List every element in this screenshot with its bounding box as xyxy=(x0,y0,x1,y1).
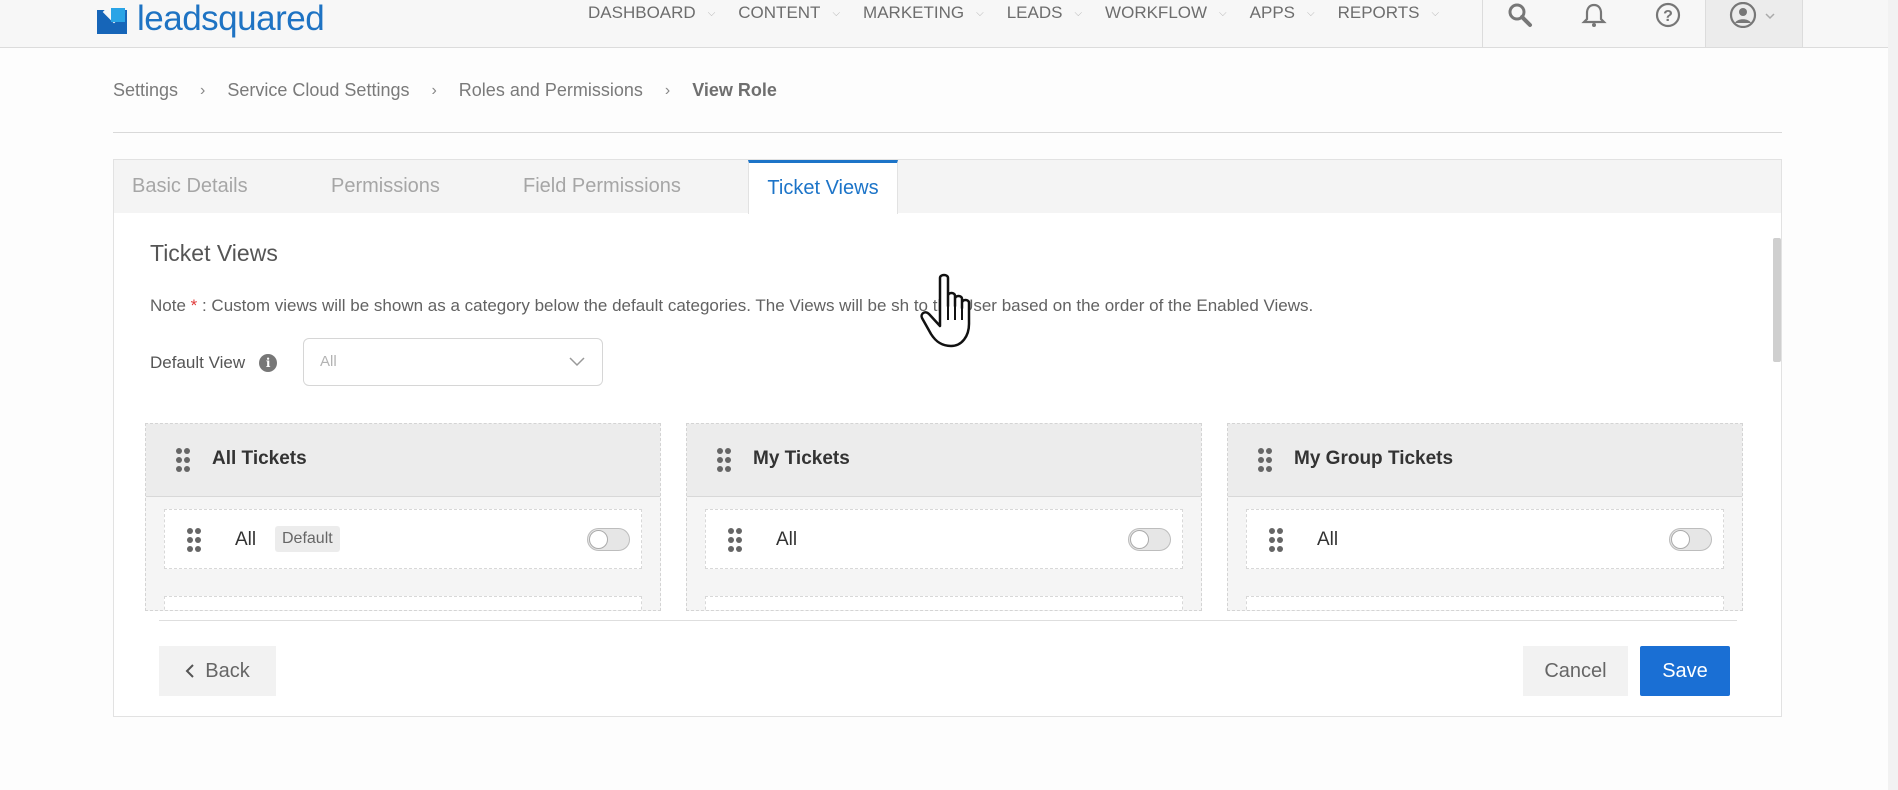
chevron-down-icon: ⌵ xyxy=(707,7,716,19)
info-icon[interactable]: i xyxy=(259,354,278,372)
tab-basic-details[interactable]: Basic Details xyxy=(132,160,248,213)
view-item-all[interactable]: All xyxy=(1246,509,1724,569)
breadcrumb-divider xyxy=(113,132,1782,133)
svg-text:?: ? xyxy=(1663,8,1673,25)
chevron-down-icon: ⌵ xyxy=(832,7,841,19)
view-item-label: All xyxy=(776,529,798,550)
drag-handle-icon[interactable] xyxy=(187,527,201,553)
drag-handle-icon[interactable] xyxy=(1269,527,1283,553)
main-nav: DASHBOARD ⌵ CONTENT ⌵ MARKETING ⌵ LEADS ⌵ WO… xyxy=(588,0,1462,26)
tab-permissions[interactable]: Permissions xyxy=(331,160,440,213)
default-view-label-text: Default View xyxy=(150,353,246,372)
view-column-my-tickets[interactable]: My Tickets All xyxy=(686,423,1202,611)
nav-content-label: CONTENT xyxy=(738,3,821,22)
default-view-select[interactable]: All xyxy=(303,338,603,386)
breadcrumb: Settings › Service Cloud Settings › Role… xyxy=(113,80,777,101)
view-enable-toggle[interactable] xyxy=(1669,528,1712,551)
tab-field-permissions-label: Field Permissions xyxy=(523,175,681,197)
nav-icon-group: ? xyxy=(1482,0,1803,47)
note-body: : Custom views will be shown as a catego… xyxy=(197,296,1314,315)
save-button[interactable]: Save xyxy=(1640,646,1730,696)
search-icon[interactable] xyxy=(1483,0,1557,47)
note-prefix: Note xyxy=(150,296,191,315)
drag-handle-icon[interactable] xyxy=(728,527,742,553)
chevron-down-icon: ⌵ xyxy=(1074,7,1083,19)
drag-handle-icon[interactable] xyxy=(176,447,190,473)
breadcrumb-view-role: View Role xyxy=(692,80,777,100)
chevron-right-icon: › xyxy=(664,81,671,99)
hand-cursor-icon xyxy=(920,273,971,348)
chevron-down-icon: ⌵ xyxy=(1431,7,1440,19)
content-scrollbar[interactable] xyxy=(1773,238,1781,362)
breadcrumb-settings[interactable]: Settings xyxy=(113,80,178,101)
view-item-all[interactable]: All xyxy=(705,509,1183,569)
tab-ticket-views-label: Ticket Views xyxy=(767,177,879,199)
nav-workflow-label: WORKFLOW xyxy=(1105,3,1208,22)
tab-field-permissions[interactable]: Field Permissions xyxy=(523,160,681,213)
chevron-left-icon xyxy=(185,664,194,678)
view-column-all-tickets[interactable]: All Tickets All Default xyxy=(145,423,661,611)
column-header: My Group Tickets xyxy=(1228,424,1742,497)
column-header: All Tickets xyxy=(146,424,660,497)
default-view-value: All xyxy=(320,353,337,370)
nav-reports[interactable]: REPORTS ⌵ xyxy=(1338,0,1439,26)
view-item-next[interactable] xyxy=(705,596,1183,610)
window-scrollbar[interactable] xyxy=(1888,0,1898,790)
nav-content[interactable]: CONTENT ⌵ xyxy=(738,0,840,26)
drag-handle-icon[interactable] xyxy=(717,447,731,473)
nav-apps[interactable]: APPS ⌵ xyxy=(1250,0,1315,26)
tab-ticket-views[interactable]: Ticket Views xyxy=(748,160,898,214)
view-item-label: All xyxy=(1317,529,1339,550)
view-enable-toggle[interactable] xyxy=(1128,528,1171,551)
view-item-all[interactable]: All Default xyxy=(164,509,642,569)
default-badge: Default xyxy=(275,526,340,552)
tab-bar: Basic Details Permissions Field Permissi… xyxy=(114,160,1781,214)
view-item-next[interactable] xyxy=(164,596,642,610)
user-icon xyxy=(1729,2,1775,28)
nav-workflow[interactable]: WORKFLOW ⌵ xyxy=(1105,0,1227,26)
footer-divider xyxy=(159,620,1737,621)
chevron-down-icon xyxy=(569,357,585,367)
column-title: My Group Tickets xyxy=(1294,448,1454,469)
section-title: Ticket Views xyxy=(150,240,278,266)
nav-marketing-label: MARKETING xyxy=(863,3,965,22)
chevron-right-icon: › xyxy=(431,81,437,99)
nav-apps-label: APPS xyxy=(1249,3,1295,22)
bell-icon[interactable] xyxy=(1557,0,1631,47)
breadcrumb-roles-and-permissions[interactable]: Roles and Permissions xyxy=(459,80,643,101)
chevron-down-icon: ⌵ xyxy=(1219,7,1227,19)
view-item-label: All xyxy=(235,529,257,550)
logo-text: leadsquared xyxy=(137,0,325,38)
tab-permissions-label: Permissions xyxy=(331,175,440,197)
view-enable-toggle[interactable] xyxy=(587,528,630,551)
column-title: All Tickets xyxy=(212,448,307,469)
leadsquared-logo[interactable]: leadsquared xyxy=(97,0,325,38)
column-header: My Tickets xyxy=(687,424,1201,497)
top-navigation-bar: leadsquared DASHBOARD ⌵ CONTENT ⌵ MARKETIN… xyxy=(0,0,1898,48)
nav-reports-label: REPORTS xyxy=(1337,3,1420,22)
view-item-next[interactable] xyxy=(1246,596,1724,610)
back-button-label: Back xyxy=(205,659,250,682)
chevron-down-icon: ⌵ xyxy=(976,7,984,19)
back-button[interactable]: Back xyxy=(159,646,276,696)
tab-basic-details-label: Basic Details xyxy=(132,175,248,197)
logo-mark-icon xyxy=(97,0,133,34)
nav-dashboard[interactable]: DASHBOARD ⌵ xyxy=(588,0,715,26)
note-text: Note * : Custom views will be shown as a… xyxy=(150,296,1313,316)
nav-dashboard-label: DASHBOARD xyxy=(588,3,696,22)
chevron-right-icon: › xyxy=(200,81,206,99)
user-menu[interactable] xyxy=(1705,0,1803,47)
view-column-my-group-tickets[interactable]: My Group Tickets All xyxy=(1227,423,1743,611)
nav-leads-label: LEADS xyxy=(1006,3,1063,22)
help-icon[interactable]: ? xyxy=(1631,0,1705,47)
cancel-button[interactable]: Cancel xyxy=(1523,646,1628,696)
column-title: My Tickets xyxy=(753,448,850,469)
breadcrumb-service-cloud-settings[interactable]: Service Cloud Settings xyxy=(227,80,409,101)
default-view-label: Default View i xyxy=(150,353,278,373)
chevron-down-icon: ⌵ xyxy=(1307,7,1315,19)
role-card: Basic Details Permissions Field Permissi… xyxy=(113,159,1782,717)
nav-marketing[interactable]: MARKETING ⌵ xyxy=(863,0,984,26)
drag-handle-icon[interactable] xyxy=(1258,447,1272,473)
nav-leads[interactable]: LEADS ⌵ xyxy=(1007,0,1082,26)
